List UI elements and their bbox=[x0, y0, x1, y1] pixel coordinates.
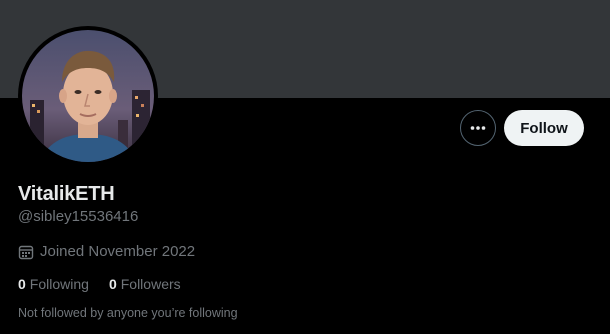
profile-header: Follow VitalikETH @sibley15536416 Joined… bbox=[0, 0, 610, 334]
followers-count: 0 bbox=[108, 276, 117, 292]
follow-counts: 0 Following 0 Followers bbox=[18, 276, 201, 292]
more-horizontal-icon bbox=[470, 126, 486, 130]
more-options-button[interactable] bbox=[460, 110, 496, 146]
following-count: 0 bbox=[18, 276, 26, 292]
user-handle: @sibley15536416 bbox=[18, 208, 139, 225]
display-name: VitalikETH bbox=[18, 183, 115, 205]
followed-by-note: Not followed by anyone you’re following bbox=[18, 306, 238, 320]
follow-button[interactable]: Follow bbox=[504, 110, 584, 146]
followers-label: Followers bbox=[120, 276, 181, 292]
joined-text: Joined November 2022 bbox=[40, 243, 196, 260]
avatar[interactable] bbox=[22, 30, 154, 162]
followers-link[interactable]: 0 Followers bbox=[109, 276, 181, 292]
following-label: Following bbox=[29, 276, 89, 292]
calendar-icon bbox=[18, 245, 34, 259]
joined-date: Joined November 2022 bbox=[18, 243, 195, 260]
avatar-ring bbox=[18, 26, 158, 166]
following-link[interactable]: 0 Following bbox=[18, 276, 89, 292]
